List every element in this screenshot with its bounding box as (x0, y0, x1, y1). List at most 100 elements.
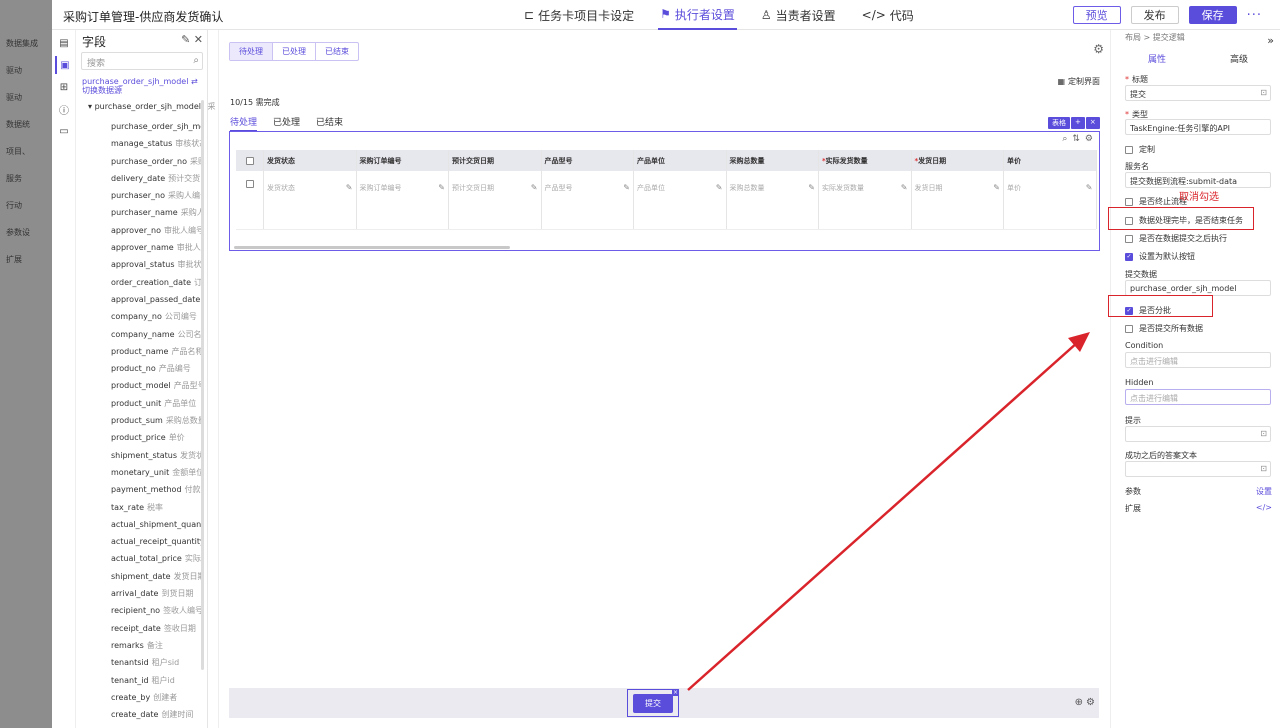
edit-icon[interactable]: ✎ (808, 183, 815, 192)
type-select[interactable]: TaskEngine:任务引擎的API (1125, 119, 1271, 135)
more-icon[interactable]: ··· (1247, 8, 1262, 23)
column-header[interactable]: 单价 (1004, 150, 1097, 171)
edit-icon[interactable]: ✎ (531, 183, 538, 192)
edit-icon[interactable]: ✎ (716, 183, 723, 192)
title-input[interactable]: 提交 ⊡ (1125, 85, 1271, 101)
select-all-checkbox[interactable] (236, 150, 264, 171)
sort-icon[interactable]: ⇅ (1072, 134, 1080, 144)
remove-icon[interactable]: × (1085, 117, 1100, 129)
field-item[interactable]: create_date 创建时间 (111, 706, 203, 723)
image-icon[interactable]: ▭ (55, 122, 73, 140)
column-header[interactable]: 产品型号 (542, 150, 634, 171)
edit-icon[interactable]: ✎ (346, 183, 353, 192)
submit-data-select[interactable]: purchase_order_sjh_model (1125, 280, 1271, 296)
tab-properties[interactable]: 属性 (1116, 50, 1198, 67)
field-item[interactable]: product_name 产品名称 (111, 343, 203, 360)
column-header[interactable]: 产品单位 (634, 150, 727, 171)
after-submit-checkbox[interactable]: 是否在数据提交之后执行 (1125, 233, 1227, 244)
extension-code-link[interactable]: </> (1256, 503, 1272, 512)
edit-icon[interactable]: ✎ (1086, 183, 1093, 192)
field-item[interactable]: approver_name审批人名 (111, 239, 203, 256)
table-cell-input[interactable]: 产品单位 ✎ (634, 171, 727, 229)
table-cell-input[interactable]: 单价 ✎ (1004, 171, 1097, 229)
tip-input[interactable]: ⊡ (1125, 426, 1271, 442)
fields-search-input[interactable]: 搜索 ⌕ (81, 52, 203, 70)
column-header[interactable]: 发货状态 (264, 150, 357, 171)
field-item[interactable]: actual_receipt_quantity实 (111, 533, 203, 550)
edit-icon[interactable]: ✎ (993, 183, 1000, 192)
edit-icon[interactable]: ✎ (623, 183, 630, 192)
grid-icon[interactable]: ⊞ (55, 78, 73, 96)
table-cell-input[interactable]: 发货状态 ✎ (264, 171, 357, 229)
tab-owner[interactable]: ♙ 当责者设置 (759, 0, 838, 30)
column-header[interactable]: * 实际发货数量 (819, 150, 912, 171)
column-header[interactable]: 采购总数量 (727, 150, 819, 171)
table-component[interactable]: ⌕ ⇅ ⚙ 发货状态 采购订单编号 预计交货日期 产品型号 产品单位 采购总数量 * 实际发货… (229, 131, 1100, 251)
field-item[interactable]: shipment_date 发货日期 (111, 568, 203, 585)
add-icon[interactable]: + (1071, 117, 1085, 129)
field-item[interactable]: manage_status审核状态 (111, 135, 203, 152)
submit-button[interactable]: 提交 (633, 693, 673, 713)
translate-icon[interactable]: ⊡ (1260, 464, 1267, 473)
translate-icon[interactable]: ⊡ (1260, 88, 1267, 97)
tab-task-card[interactable]: ⊏ 任务卡项目卡设定 (522, 0, 636, 30)
table-cell-input[interactable]: 实际发货数量 ✎ (819, 171, 912, 229)
add-circle-icon[interactable]: ⊕ (1075, 697, 1083, 708)
inner-tab-finished[interactable]: 已结束 (316, 115, 343, 131)
segment-processed[interactable]: 已处理 (273, 43, 316, 60)
service-select[interactable]: 提交数据到流程:submit-data (1125, 172, 1271, 188)
field-item[interactable]: create_by 创建者 (111, 689, 203, 706)
field-item[interactable]: arrival_date 到货日期 (111, 585, 203, 602)
field-item[interactable]: product_no 产品编号 (111, 360, 203, 377)
table-hscrollbar[interactable] (234, 246, 510, 249)
field-item[interactable]: tax_rate 税率 (111, 499, 203, 516)
datasource-link[interactable]: purchase_order_sjh_model ⇄ 切换数据源 (82, 77, 204, 95)
field-item[interactable]: purchaser_no采购人编号 (111, 187, 203, 204)
fields-scrollbar[interactable] (201, 100, 204, 670)
field-item[interactable]: approval_passed_date审 (111, 291, 203, 308)
field-item[interactable]: product_model 产品型号 (111, 377, 203, 394)
field-item[interactable]: tenant_id 租户id (111, 672, 203, 689)
hidden-input[interactable]: 点击进行编辑 (1125, 389, 1271, 405)
column-header[interactable]: 预计交货日期 (449, 150, 542, 171)
tab-advanced[interactable]: 高级 (1198, 50, 1280, 67)
field-item[interactable]: company_name公司名称 (111, 326, 203, 343)
inner-tab-processed[interactable]: 已处理 (273, 115, 300, 131)
publish-button[interactable]: 发布 (1130, 6, 1179, 24)
field-item[interactable]: company_no 公司编号 (111, 308, 203, 325)
tree-root-node[interactable]: ▾ purchase_order_sjh_model 采 (88, 101, 216, 112)
gear-icon[interactable]: ⚙ (1085, 134, 1093, 144)
column-header[interactable]: 采购订单编号 (357, 150, 449, 171)
row-checkbox[interactable] (236, 171, 264, 229)
tab-code[interactable]: </> 代码 (860, 0, 916, 30)
search-icon[interactable]: ⌕ (1062, 134, 1067, 144)
collapse-icon[interactable]: » (1267, 34, 1274, 47)
delete-icon[interactable]: × (672, 689, 679, 696)
submit-all-checkbox[interactable]: 是否提交所有数据 (1125, 323, 1203, 334)
table-cell-input[interactable]: 采购总数量 ✎ (727, 171, 819, 229)
close-icon[interactable]: ✕ (194, 33, 203, 46)
translate-icon[interactable]: ⊡ (1260, 429, 1267, 438)
edit-icon[interactable]: ✎ (438, 183, 445, 192)
field-item[interactable]: payment_method付款方 (111, 481, 203, 498)
field-item[interactable]: monetary_unit 金额单位 (111, 464, 203, 481)
field-item[interactable]: product_price 单价 (111, 429, 203, 446)
tab-executor[interactable]: ⚑ 执行者设置 (658, 0, 737, 30)
preview-button[interactable]: 预览 (1072, 6, 1121, 24)
field-item[interactable]: delivery_date预计交货日 (111, 170, 203, 187)
info-icon[interactable]: ⓘ (55, 100, 73, 118)
table-cell-input[interactable]: 采购订单编号 ✎ (357, 171, 449, 229)
field-item[interactable]: product_sum 采购总数量 (111, 412, 203, 429)
default-button-checkbox[interactable]: ✓ 设置为默认按钮 (1125, 251, 1195, 262)
custom-checkbox[interactable]: 定制 (1125, 144, 1155, 155)
condition-input[interactable]: 点击进行编辑 (1125, 352, 1271, 368)
field-item[interactable]: order_creation_date订单 (111, 274, 203, 291)
inner-tab-pending[interactable]: 待处理 (230, 115, 258, 131)
edit-icon[interactable]: ✎ (901, 183, 908, 192)
segment-pending[interactable]: 待处理 (230, 43, 273, 60)
document-icon[interactable]: ▤ (55, 34, 73, 52)
table-cell-input[interactable]: 预计交货日期 ✎ (449, 171, 542, 229)
field-item[interactable]: receipt_date 签收日期 (111, 620, 203, 637)
field-item[interactable]: approver_no 审批人编号 (111, 222, 203, 239)
field-item[interactable]: remarks 备注 (111, 637, 203, 654)
